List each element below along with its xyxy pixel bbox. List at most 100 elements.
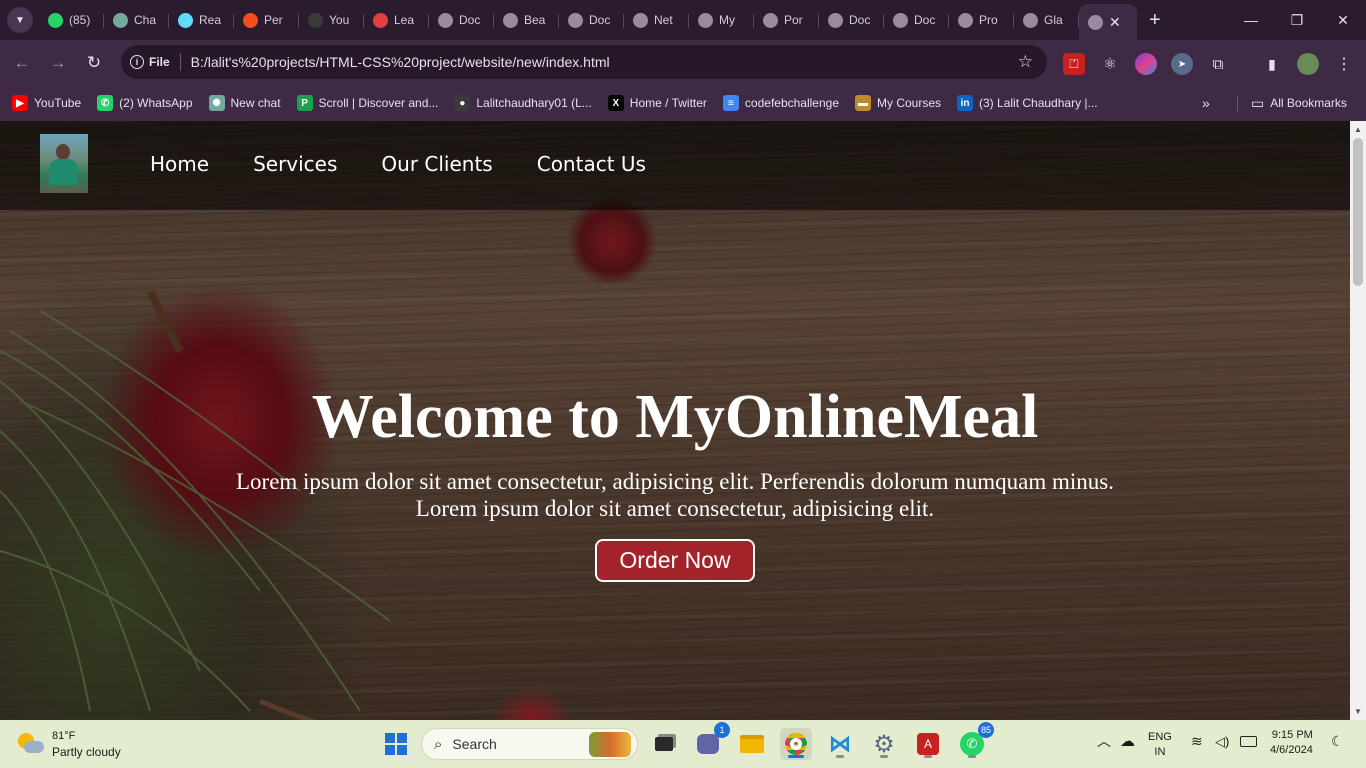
nav-services[interactable]: Services	[253, 152, 337, 176]
weather-widget[interactable]: 81°F Partly cloudy	[18, 728, 121, 760]
bookmark-star-icon[interactable]: ☆	[1018, 52, 1033, 72]
browser-tab[interactable]: You	[299, 4, 364, 36]
cursor-extension-icon[interactable]: ➤	[1171, 53, 1193, 75]
browser-tab[interactable]: Pro	[949, 4, 1014, 36]
url-text[interactable]: B:/lalit's%20projects/HTML-CSS%20project…	[191, 54, 610, 70]
close-icon: ✕	[1337, 11, 1349, 28]
start-button[interactable]	[380, 728, 412, 760]
tab-title: Gla	[1044, 13, 1063, 27]
tab-title: Por	[784, 13, 803, 27]
browser-tab[interactable]: Gla	[1014, 4, 1079, 36]
side-panel-icon[interactable]: ▮	[1261, 53, 1283, 75]
bookmark-item[interactable]: X Home / Twitter	[607, 95, 707, 111]
logo-person-body	[49, 159, 78, 185]
browser-tab[interactable]: Per	[234, 4, 299, 36]
bookmark-item[interactable]: ● Lalitchaudhary01 (L...	[454, 95, 592, 111]
browser-tab[interactable]: Por	[754, 4, 819, 36]
linkedin-icon: in	[957, 95, 974, 111]
bookmark-item[interactable]: P Scroll | Discover and...	[296, 95, 438, 111]
settings-button[interactable]: ⚙	[868, 728, 900, 760]
globe-icon	[438, 12, 453, 28]
scroll-icon: P	[296, 95, 313, 111]
taskbar-search[interactable]: ⌕ Search	[421, 728, 638, 760]
puzzle-icon[interactable]: ⧉	[1207, 53, 1229, 75]
scroll-up-icon[interactable]: ▲	[1354, 125, 1362, 134]
browser-tab[interactable]: Net	[624, 4, 689, 36]
figma-icon	[243, 12, 258, 28]
browser-tab[interactable]: Doc	[559, 4, 624, 36]
tab-search-button[interactable]: ▼	[7, 7, 33, 33]
file-explorer-button[interactable]	[736, 728, 768, 760]
whatsapp-icon	[48, 12, 63, 28]
hero-text: Lorem ipsum dolor sit amet consectetur, …	[205, 468, 1145, 522]
bookmark-item[interactable]: ✆ (2) WhatsApp	[97, 95, 193, 111]
chatgpt-icon: ✺	[208, 95, 225, 111]
battery-icon[interactable]	[1240, 736, 1257, 747]
page-scrollbar[interactable]: ▲ ▼	[1350, 121, 1366, 720]
clock[interactable]: 9:15 PM 4/6/2024	[1270, 728, 1313, 758]
scroll-down-icon[interactable]: ▼	[1354, 707, 1362, 716]
browser-tab[interactable]: My	[689, 4, 754, 36]
address-bar[interactable]: i File B:/lalit's%20projects/HTML-CSS%20…	[121, 45, 1047, 79]
scroll-thumb[interactable]	[1353, 138, 1363, 286]
back-button[interactable]: ←	[4, 45, 40, 81]
all-bookmarks-button[interactable]: ▭ All Bookmarks	[1251, 85, 1347, 121]
chrome-button[interactable]	[780, 728, 812, 760]
pdf-extension-icon[interactable]: ⏍	[1063, 53, 1085, 75]
browser-tab[interactable]: Doc	[429, 4, 494, 36]
youtube-icon: ▶	[12, 95, 28, 111]
browser-tab[interactable]: Doc	[819, 4, 884, 36]
bookmarks-separator	[1237, 95, 1238, 111]
close-tab-icon[interactable]: ✕	[1109, 14, 1121, 31]
site-logo[interactable]	[40, 134, 88, 193]
bookmark-item[interactable]: in (3) Lalit Chaudhary |...	[957, 95, 1098, 111]
active-app-indicator	[788, 755, 804, 758]
tab-title: Cha	[134, 13, 157, 27]
hero-title: Welcome to MyOnlineMeal	[311, 383, 1039, 451]
bookmark-item[interactable]: ▬ My Courses	[855, 95, 941, 111]
forward-button[interactable]: →	[40, 45, 76, 81]
bookmark-label: (3) Lalit Chaudhary |...	[979, 96, 1098, 110]
nav-home[interactable]: Home	[150, 152, 209, 176]
volume-icon[interactable]: ◁)	[1215, 734, 1229, 749]
more-menu-icon[interactable]: ⋮	[1333, 53, 1355, 75]
acrobat-button[interactable]: A	[912, 728, 944, 760]
restore-button[interactable]: ❐	[1274, 0, 1320, 40]
browser-tab[interactable]: Bea	[494, 4, 559, 36]
bookmarks-overflow-button[interactable]: »	[1202, 85, 1210, 121]
whatsapp-badge: 85	[977, 722, 994, 738]
browser-tab[interactable]: Doc	[884, 4, 949, 36]
extension-icon[interactable]	[1135, 53, 1157, 75]
tray-overflow-icon[interactable]: ︿	[1097, 734, 1111, 749]
browser-tab[interactable]: Lea	[364, 4, 429, 36]
vscode-button[interactable]: ⋈	[824, 728, 856, 760]
windows-logo-icon	[385, 733, 407, 755]
browser-tab[interactable]: Rea	[169, 4, 234, 36]
teams-button[interactable]: 1	[692, 722, 730, 760]
browser-tab-active[interactable]: ✕	[1079, 4, 1137, 40]
bookmark-item[interactable]: ▶ YouTube	[12, 95, 81, 111]
close-window-button[interactable]: ✕	[1320, 0, 1366, 40]
profile-avatar[interactable]	[1297, 53, 1319, 75]
new-tab-button[interactable]: +	[1149, 9, 1161, 32]
nav-our-clients[interactable]: Our Clients	[381, 152, 492, 176]
reload-button[interactable]: ↻	[76, 45, 112, 81]
browser-tab[interactable]: (85)	[39, 4, 104, 36]
order-now-button[interactable]: Order Now	[595, 539, 755, 582]
notifications-icon[interactable]: ☾	[1331, 734, 1344, 749]
browser-tab[interactable]: Cha	[104, 4, 169, 36]
wifi-icon[interactable]: ≋	[1191, 734, 1203, 749]
nav-contact-us[interactable]: Contact Us	[537, 152, 646, 176]
globe-icon	[893, 12, 908, 28]
site-info-chip[interactable]: i File	[130, 55, 170, 69]
teams-icon	[697, 734, 719, 754]
minimize-button[interactable]: —	[1228, 0, 1274, 40]
whatsapp-button[interactable]: ✆ 85	[956, 722, 994, 760]
whatsapp-icon: ✆	[97, 95, 114, 111]
language-indicator[interactable]: ENG IN	[1148, 730, 1172, 760]
bookmark-item[interactable]: ≡ codefebchallenge	[722, 95, 839, 111]
task-view-button[interactable]	[648, 728, 680, 760]
react-devtools-icon[interactable]: ⚛	[1099, 53, 1121, 75]
bookmark-item[interactable]: ✺ New chat	[208, 95, 281, 111]
onedrive-icon[interactable]: ☁	[1120, 734, 1135, 749]
